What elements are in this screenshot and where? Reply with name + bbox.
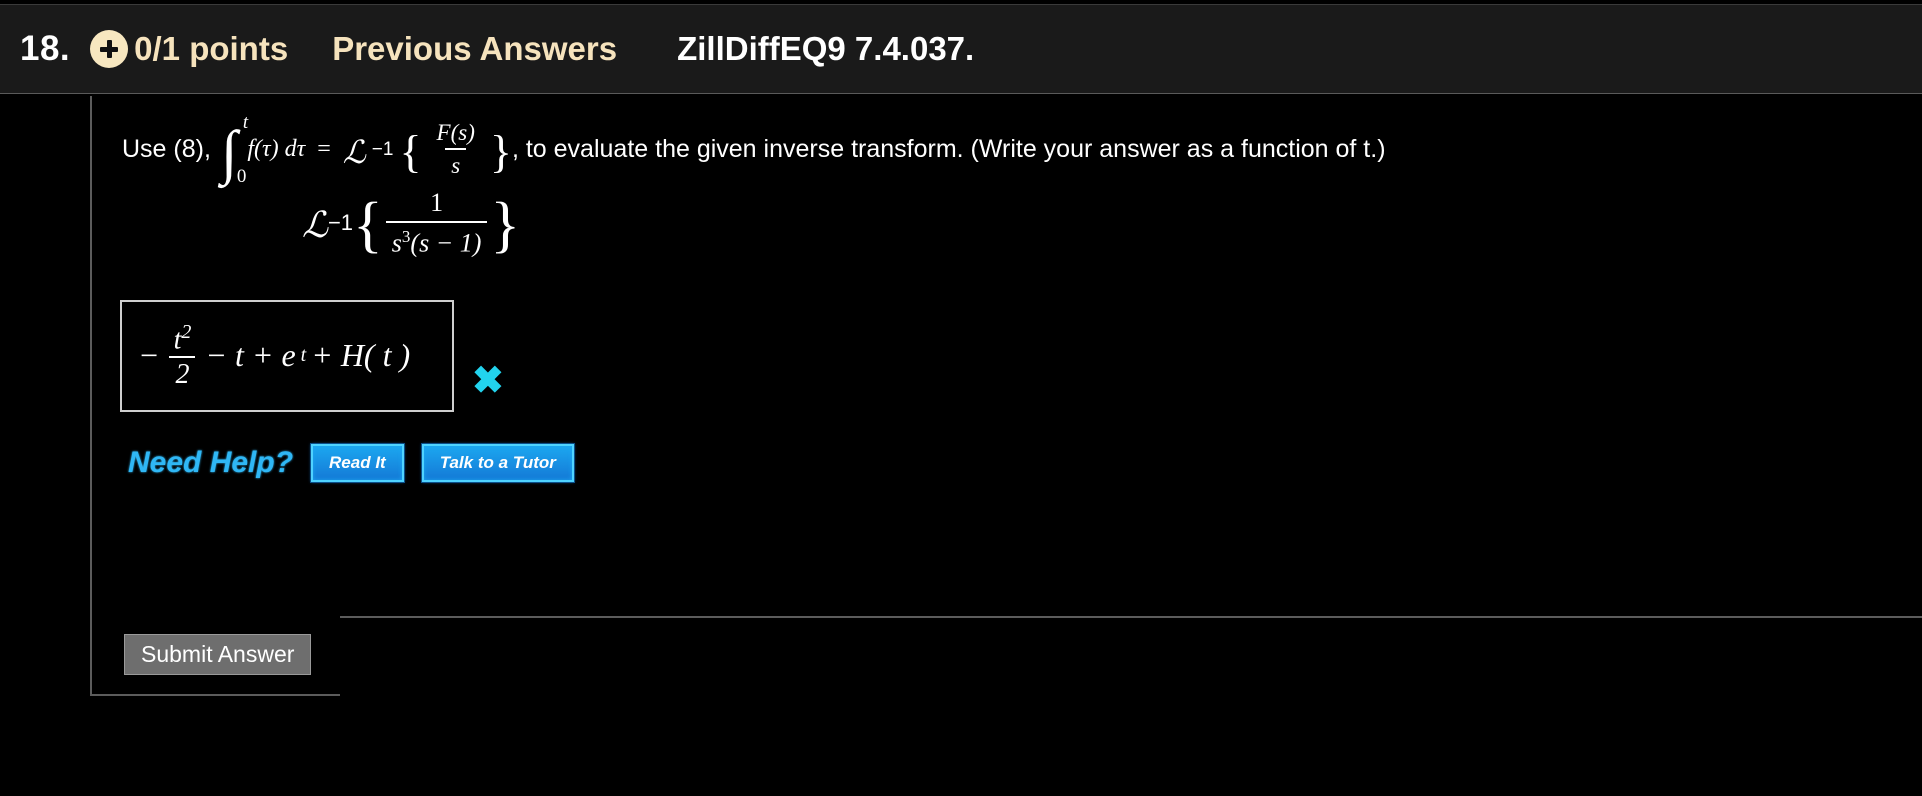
- answer-leading-minus: −: [138, 337, 160, 374]
- submit-answer-button[interactable]: Submit Answer: [124, 634, 312, 675]
- equals-sign: =: [317, 136, 331, 162]
- answer-fraction-t2-over-2: t2 2: [168, 321, 198, 391]
- plus-badge-circle: [90, 30, 129, 68]
- integral-sign: ∫: [220, 118, 238, 185]
- textbook-reference: ZillDiffEQ9 7.4.037.: [677, 30, 975, 67]
- denominator-base: s: [391, 228, 402, 258]
- x-mark-incorrect-icon: ✖: [472, 360, 504, 402]
- answer-rest: − t + e: [205, 337, 296, 374]
- answer-fraction-denominator: 2: [169, 356, 196, 391]
- denominator-rest: (s − 1): [410, 228, 482, 258]
- laplace-operator-symbol: ℒ: [342, 133, 366, 170]
- answer-exp-t: t: [300, 344, 307, 367]
- answer-fraction-numerator: t2: [168, 321, 198, 356]
- laplace-inverse-exponent: −1: [371, 138, 394, 160]
- plus-icon-vertical-bar: [106, 40, 112, 58]
- need-help-row: Need Help? Read It Talk to a Tutor: [128, 443, 575, 483]
- integral-lower-limit: 0: [236, 165, 247, 187]
- inverse-transform-expression: ℒ −1 { 1 s3(s − 1) }: [302, 188, 521, 260]
- footer-divider: [340, 616, 1922, 618]
- problem-statement: Use (8), t ∫ 0 f(τ) dτ = ℒ −1 { F(s) s }…: [122, 111, 1386, 187]
- expression-numerator: 1: [430, 188, 444, 217]
- read-it-button[interactable]: Read It: [310, 443, 405, 483]
- statement-tail: , to evaluate the given inverse transfor…: [511, 135, 1386, 163]
- previous-answers-link[interactable]: Previous Answers: [332, 30, 617, 68]
- question-number: 18.: [20, 29, 71, 68]
- talk-to-a-tutor-button[interactable]: Talk to a Tutor: [420, 443, 575, 483]
- expression-denominator: s3(s − 1): [385, 221, 488, 259]
- problem-header-bar: 18. 0/1 points Previous Answers ZillDiff…: [0, 4, 1922, 94]
- fraction-numerator: F(s): [436, 120, 475, 145]
- fraction-denominator: s: [445, 148, 467, 179]
- plus-icon[interactable]: [90, 30, 134, 68]
- need-help-label: Need Help?: [128, 446, 294, 479]
- answer-tail: + H( t ): [311, 337, 411, 374]
- statement-lead: Use (8),: [122, 135, 211, 163]
- submit-area: Submit Answer: [90, 616, 340, 696]
- answer-expression: − t2 2 − t + et + H( t ): [122, 321, 410, 391]
- integrand: f(τ) dτ: [247, 136, 306, 162]
- answer-input-box[interactable]: − t2 2 − t + et + H( t ): [120, 300, 454, 412]
- integral-symbol-group: t ∫ 0: [220, 112, 248, 187]
- points-label: 0/1 points: [134, 30, 289, 67]
- laplace-operator-symbol-2: ℒ: [302, 205, 328, 246]
- fraction-one-over-s3-s-minus-1: 1 s3(s − 1): [385, 188, 488, 259]
- answer-frac-num-exponent: 2: [181, 320, 192, 343]
- problem-panel: Use (8), t ∫ 0 f(τ) dτ = ℒ −1 { F(s) s }…: [90, 96, 1922, 616]
- integral-formula: t ∫ 0 f(τ) dτ = ℒ −1 { F(s) s }: [220, 111, 512, 187]
- laplace-inverse-exponent-2: −1: [327, 210, 354, 236]
- integral-upper-limit: t: [242, 111, 249, 133]
- fraction-F-over-s: F(s) s: [431, 120, 481, 179]
